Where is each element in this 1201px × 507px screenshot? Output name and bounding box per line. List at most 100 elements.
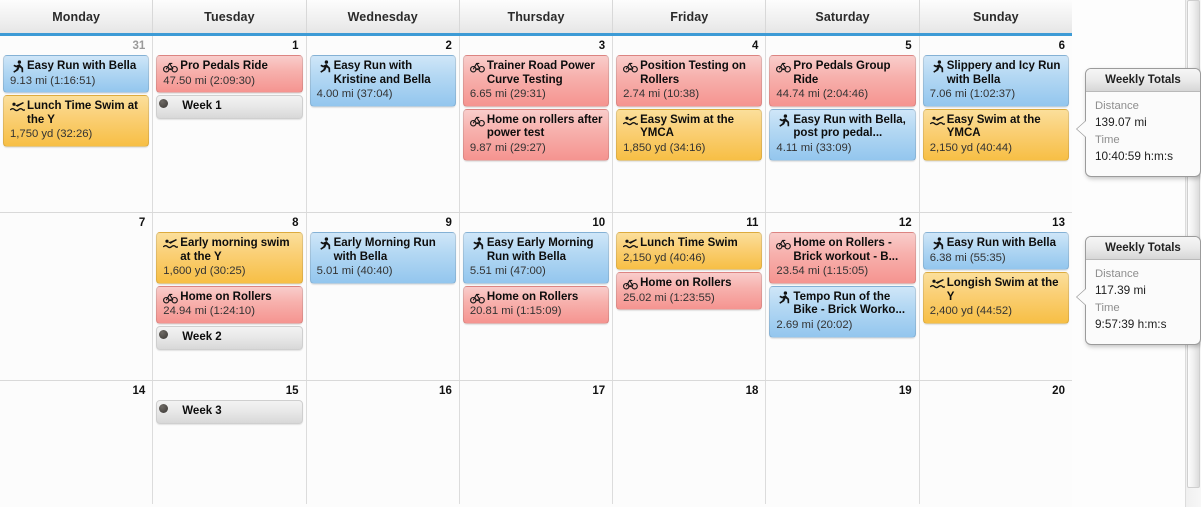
day-cell[interactable]: 17 — [459, 381, 614, 504]
runner-icon — [930, 60, 945, 73]
swimmer-icon — [929, 114, 945, 127]
workout-event-chip[interactable]: Easy Swim at the YMCA 1,850 yd (34:16) — [616, 108, 763, 161]
calendar-note-chip[interactable]: Week 2 — [156, 325, 303, 350]
day-cell[interactable]: 2 Easy Run with Kristine and Bella 4.00 mi… — [306, 36, 460, 212]
calendar-note-chip[interactable]: Week 3 — [156, 400, 303, 424]
event-metrics: 4.00 mi (37:04) — [316, 88, 393, 101]
time-label: Time — [1095, 134, 1120, 146]
day-cell[interactable]: 12 Home on Rollers - Brick workout - B...… — [766, 213, 920, 380]
workout-event-chip[interactable]: Home on Rollers 20.81 mi (1:15:09) — [462, 285, 610, 324]
workout-event-chip[interactable]: Easy Swim at the YMCA 2,150 yd (40:44) — [922, 108, 1069, 161]
day-number: 18 — [745, 385, 759, 397]
weekday-header-saturday: Saturday — [766, 0, 920, 33]
workout-event-chip[interactable]: Home on Rollers 25.02 mi (1:23:55) — [616, 272, 763, 311]
swimmer-icon — [623, 114, 639, 127]
day-cell[interactable]: 1 Pro Pedals Ride 47.50 mi (2:09:30) Week 1 — [153, 36, 307, 212]
day-cell[interactable]: 10 Easy Early Morning Run with Bella 5.51 … — [459, 213, 614, 380]
workout-event-chip[interactable]: Easy Run with Bella 9.13 mi (1:16:51) — [3, 55, 150, 94]
weekday-header-thursday: Thursday — [460, 0, 614, 33]
workout-event-chip[interactable]: Easy Run with Bella 6.38 mi (55:35) — [922, 232, 1069, 271]
workout-event-chip[interactable]: Home on rollers after power test 9.87 mi … — [462, 108, 610, 161]
bike-icon — [163, 60, 179, 73]
day-cell[interactable]: 31 Easy Run with Bella 9.13 mi (1:16:51) Lu… — [0, 36, 154, 212]
day-cell[interactable]: 9 Early Morning Run with Bella 5.01 mi (40… — [306, 213, 460, 380]
event-title: Tempo Run of the Bike - Brick Worko... — [776, 291, 909, 318]
distance-value: 117.39 mi — [1095, 283, 1146, 297]
event-title: Home on rollers after power test — [469, 114, 603, 141]
event-title: Easy Run with Kristine and Bella — [317, 60, 450, 87]
workout-event-chip[interactable]: Pro Pedals Group Ride 44.74 mi (2:04:46) — [769, 55, 916, 107]
workout-event-chip[interactable]: Tempo Run of the Bike - Brick Worko... 2.… — [769, 285, 916, 338]
workout-event-chip[interactable]: Lunch Time Swim 2,150 yd (40:46) — [616, 232, 763, 271]
day-cell[interactable]: 3 Trainer Road Power Curve Testing 6.65 mi… — [459, 36, 614, 212]
runner-icon — [317, 60, 332, 73]
event-metrics: 2,400 yd (44:52) — [929, 305, 1012, 318]
swimmer-icon — [929, 277, 945, 290]
time-label: Time — [1095, 302, 1120, 314]
event-title: Lunch Time Swim — [623, 237, 756, 251]
event-title: Home on Rollers — [469, 291, 603, 305]
bike-icon — [163, 291, 179, 304]
workout-event-chip[interactable]: Home on Rollers - Brick workout - B... 23… — [769, 232, 916, 284]
event-title: Home on Rollers — [623, 277, 756, 291]
event-title: Easy Early Morning Run with Bella — [470, 237, 603, 264]
runner-icon — [10, 60, 25, 73]
day-cell[interactable]: 7 — [0, 213, 154, 380]
callout-tail — [1077, 121, 1086, 137]
day-number: 12 — [898, 217, 912, 229]
day-cell[interactable]: 6 Slippery and Icy Run with Bella 7.06 mi … — [919, 36, 1072, 212]
workout-event-chip[interactable]: Easy Early Morning Run with Bella 5.51 mi… — [462, 232, 610, 284]
event-title: Lunch Time Swim at the Y — [9, 100, 143, 127]
workout-event-chip[interactable]: Longish Swim at the Y 2,400 yd (44:52) — [922, 272, 1069, 324]
calendar-weeks: 31 Easy Run with Bella 9.13 mi (1:16:51) Lu… — [0, 36, 1072, 504]
day-cell[interactable]: 8 Early morning swim at the Y 1,600 yd (30… — [153, 213, 307, 380]
workout-event-chip[interactable]: Easy Run with Kristine and Bella 4.00 mi … — [309, 55, 456, 107]
day-cell[interactable]: 11 Lunch Time Swim 2,150 yd (40:46) Home on… — [613, 213, 767, 380]
calendar-grid: Monday Tuesday Wednesday Thursday Friday Satu… — [0, 0, 1072, 507]
day-cell[interactable]: 15 Week 3 — [153, 381, 307, 504]
weekday-header-tuesday: Tuesday — [153, 0, 307, 33]
day-number: 8 — [292, 217, 299, 229]
calendar-note-chip[interactable]: Week 1 — [156, 95, 303, 119]
workout-event-chip[interactable]: Pro Pedals Ride 47.50 mi (2:09:30) — [156, 55, 303, 94]
day-cell[interactable]: 16 — [306, 381, 460, 504]
event-title: Easy Swim at the YMCA — [623, 114, 756, 141]
workout-event-chip[interactable]: Position Testing on Rollers 2.74 mi (10:3… — [616, 55, 763, 107]
event-metrics: 5.01 mi (40:40) — [316, 265, 393, 278]
day-cell[interactable]: 5 Pro Pedals Group Ride 44.74 mi (2:04:46)… — [766, 36, 920, 212]
event-metrics: 47.50 mi (2:09:30) — [163, 74, 255, 87]
workout-event-chip[interactable]: Trainer Road Power Curve Testing 6.65 mi … — [462, 55, 610, 107]
day-cell[interactable]: 14 — [0, 381, 154, 504]
workout-event-chip[interactable]: Early morning swim at the Y 1,600 yd (30:… — [156, 232, 303, 284]
day-number: 10 — [592, 217, 606, 229]
event-metrics: 1,850 yd (34:16) — [623, 141, 706, 154]
day-number: 19 — [898, 385, 912, 397]
day-cell[interactable]: 18 — [613, 381, 767, 504]
event-metrics: 4.11 mi (33:09) — [776, 141, 852, 154]
event-metrics: 2,150 yd (40:44) — [929, 141, 1012, 154]
weekly-totals-body: Distance 139.07 mi Time 10:40:59 h:m:s — [1086, 92, 1200, 176]
workout-event-chip[interactable]: Easy Run with Bella, post pro pedal... 4.… — [769, 108, 916, 161]
bike-icon — [623, 60, 638, 73]
workout-event-chip[interactable]: Home on Rollers 24.94 mi (1:24:10) — [156, 285, 303, 324]
day-cell[interactable]: 19 — [766, 381, 920, 504]
runner-icon — [776, 291, 791, 304]
day-cell[interactable]: 4 Position Testing on Rollers 2.74 mi (10:… — [613, 36, 767, 212]
day-cell[interactable]: 20 — [919, 381, 1072, 504]
workout-event-chip[interactable]: Lunch Time Swim at the Y 1,750 yd (32:26) — [3, 95, 150, 147]
weekly-totals-heading: Weekly Totals — [1086, 69, 1200, 92]
distance-value: 139.07 mi — [1095, 115, 1147, 129]
weekday-header-monday: Monday — [0, 0, 154, 33]
weekday-header-friday: Friday — [613, 0, 767, 33]
day-number: 7 — [138, 217, 146, 229]
runner-icon — [776, 114, 791, 127]
event-metrics: 9.87 mi (29:27) — [469, 141, 546, 154]
day-number: 6 — [1058, 40, 1065, 52]
event-metrics: 23.54 mi (1:15:05) — [776, 265, 869, 278]
day-cell[interactable]: 13 Easy Run with Bella 6.38 mi (55:35) Long… — [919, 213, 1072, 380]
workout-event-chip[interactable]: Slippery and Icy Run with Bella 7.06 mi (… — [922, 55, 1069, 107]
event-title: Early Morning Run with Bella — [317, 237, 450, 264]
workout-event-chip[interactable]: Early Morning Run with Bella 5.01 mi (40:… — [309, 232, 456, 284]
day-number: 31 — [132, 40, 146, 52]
event-title: Easy Run with Bella, post pro pedal... — [776, 114, 909, 141]
